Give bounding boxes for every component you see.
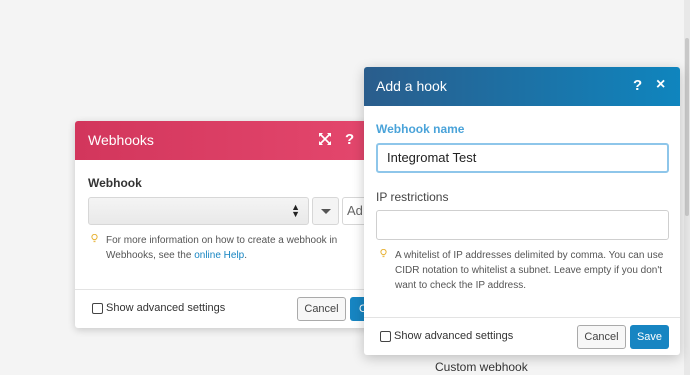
help-icon[interactable]: ? — [345, 131, 354, 148]
cancel-button[interactable]: Cancel — [577, 325, 626, 349]
lightbulb-icon — [380, 249, 387, 258]
advanced-settings-label[interactable]: Show advanced settings — [106, 302, 225, 314]
webhooks-dialog: Webhooks ? Webhook ▲ ▼ Ad For more inform… — [75, 121, 375, 328]
footer-divider — [75, 289, 375, 290]
webhook-name-input[interactable]: Integromat Test — [376, 143, 669, 173]
lightbulb-icon — [91, 234, 98, 243]
expand-arrows-icon[interactable] — [318, 132, 332, 146]
hint-end: . — [244, 250, 248, 261]
add-hook-dialog: Add a hook ? × Webhook name Integromat T… — [364, 67, 680, 355]
module-label: Custom webhook — [435, 360, 528, 374]
webhook-hint: For more information on how to create a … — [91, 233, 351, 263]
webhooks-dialog-header: Webhooks ? — [75, 121, 375, 160]
ip-hint-text: A whitelist of IP addresses delimited by… — [395, 250, 664, 291]
ip-hint: A whitelist of IP addresses delimited by… — [380, 248, 670, 293]
webhook-dropdown-button[interactable] — [312, 197, 339, 225]
chevron-down-icon — [321, 209, 331, 214]
webhook-select[interactable]: ▲ ▼ — [88, 197, 309, 225]
add-hook-dialog-title: Add a hook — [376, 78, 447, 94]
save-button[interactable]: Save — [630, 325, 669, 349]
advanced-settings-checkbox[interactable] — [380, 331, 391, 342]
ip-restrictions-label: IP restrictions — [376, 190, 449, 204]
select-arrows-icon: ▲ ▼ — [291, 202, 300, 219]
ip-restrictions-input[interactable] — [376, 210, 669, 240]
footer-divider — [364, 317, 680, 318]
webhook-field-label: Webhook — [88, 176, 142, 190]
advanced-settings-checkbox[interactable] — [92, 303, 103, 314]
webhook-name-label: Webhook name — [376, 122, 465, 136]
help-icon[interactable]: ? — [633, 77, 642, 94]
online-help-link[interactable]: online Help — [194, 250, 244, 261]
webhooks-dialog-title: Webhooks — [88, 132, 154, 148]
cancel-button[interactable]: Cancel — [297, 297, 346, 321]
add-hook-dialog-header: Add a hook ? × — [364, 67, 680, 106]
page-scrollbar[interactable] — [684, 0, 690, 375]
advanced-settings-label[interactable]: Show advanced settings — [394, 330, 513, 342]
scrollbar-thumb[interactable] — [685, 38, 689, 216]
close-icon[interactable]: × — [656, 76, 665, 94]
